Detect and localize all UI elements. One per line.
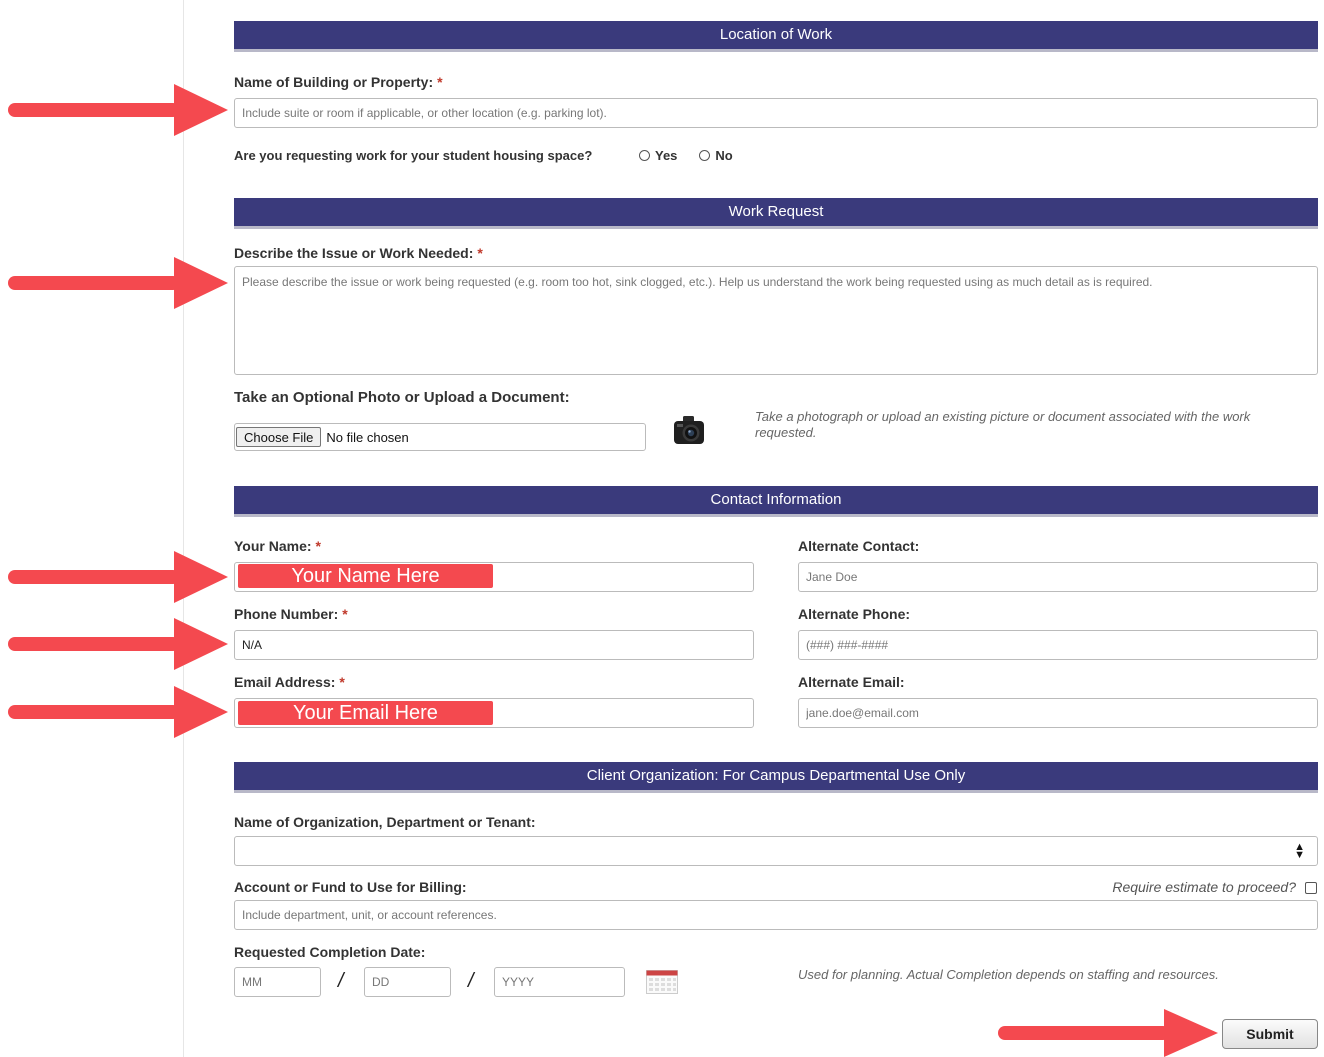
housing-question: Are you requesting work for your student…	[234, 148, 593, 163]
issue-label: Describe the Issue or Work Needed: *	[234, 245, 483, 261]
housing-yes-option[interactable]: Yes	[639, 148, 677, 163]
phone-input[interactable]	[234, 630, 754, 660]
choose-file-button[interactable]: Choose File	[236, 427, 322, 447]
housing-no-label: No	[715, 148, 733, 163]
org-label: Name of Organization, Department or Tena…	[234, 814, 536, 830]
day-input[interactable]	[364, 967, 451, 997]
date-separator-2: /	[468, 970, 474, 992]
org-select[interactable]: ▲ ▼	[234, 836, 1318, 866]
alt-contact-label: Alternate Contact:	[798, 538, 920, 554]
housing-radio-group: Yes No	[639, 148, 755, 163]
file-status: No file chosen	[326, 429, 409, 445]
name-label: Your Name: *	[234, 538, 321, 554]
housing-yes-radio[interactable]	[639, 150, 650, 161]
building-input[interactable]	[234, 98, 1318, 128]
arrow-annotation-building	[8, 84, 228, 136]
section-header-work-request: Work Request	[234, 198, 1318, 229]
alt-contact-input[interactable]	[798, 562, 1318, 592]
alt-email-input[interactable]	[798, 698, 1318, 728]
upload-label: Take an Optional Photo or Upload a Docum…	[234, 389, 570, 406]
billing-label: Account or Fund to Use for Billing:	[234, 879, 467, 895]
arrow-annotation-submit	[998, 1009, 1218, 1057]
estimate-checkbox[interactable]	[1305, 882, 1317, 894]
completion-hint: Used for planning. Actual Completion dep…	[798, 967, 1219, 982]
housing-no-option[interactable]: No	[699, 148, 733, 163]
section-header-client-org: Client Organization: For Campus Departme…	[234, 762, 1318, 793]
arrow-annotation-name	[8, 551, 228, 603]
select-arrows-icon: ▲ ▼	[1294, 841, 1305, 861]
housing-yes-label: Yes	[655, 148, 678, 163]
submit-button[interactable]: Submit	[1222, 1019, 1318, 1049]
email-highlight: Your Email Here	[238, 701, 493, 725]
billing-input[interactable]	[234, 900, 1318, 930]
calendar-icon[interactable]	[646, 970, 678, 994]
building-label: Name of Building or Property: *	[234, 74, 443, 90]
issue-textarea[interactable]	[234, 266, 1318, 375]
arrow-annotation-phone	[8, 618, 228, 670]
upload-hint: Take a photograph or upload an existing …	[755, 409, 1251, 440]
alt-phone-input[interactable]	[798, 630, 1318, 660]
alt-email-label: Alternate Email:	[798, 674, 905, 690]
arrow-annotation-email	[8, 686, 228, 738]
date-separator-1: /	[338, 970, 344, 992]
estimate-label: Require estimate to proceed?	[1112, 879, 1296, 895]
left-divider	[183, 0, 184, 1057]
month-input[interactable]	[234, 967, 321, 997]
phone-label: Phone Number: *	[234, 606, 348, 622]
camera-icon[interactable]	[672, 413, 706, 447]
file-upload: Choose File No file chosen	[234, 423, 646, 451]
section-header-location: Location of Work	[234, 21, 1318, 52]
name-highlight: Your Name Here	[238, 564, 493, 588]
email-label: Email Address: *	[234, 674, 345, 690]
completion-label: Requested Completion Date:	[234, 944, 426, 960]
arrow-annotation-issue	[8, 257, 228, 309]
housing-no-radio[interactable]	[699, 150, 711, 161]
year-input[interactable]	[494, 967, 625, 997]
alt-phone-label: Alternate Phone:	[798, 606, 911, 622]
section-header-contact: Contact Information	[234, 486, 1318, 517]
